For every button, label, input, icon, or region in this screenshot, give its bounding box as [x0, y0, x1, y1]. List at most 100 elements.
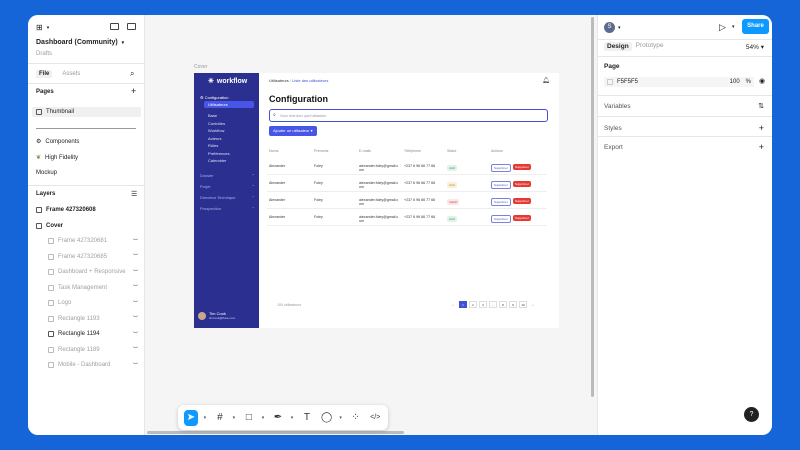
tab-design[interactable]: Design [604, 42, 632, 51]
tab-assets[interactable]: Assets [62, 71, 80, 77]
page-button[interactable]: 1 [459, 301, 467, 308]
visibility-icon[interactable]: ︶ [133, 269, 138, 276]
visibility-icon[interactable]: ︶ [133, 300, 138, 307]
row-edit-button[interactable]: Supprimer [491, 198, 511, 206]
visibility-icon[interactable]: ︶ [133, 253, 138, 260]
layer-item[interactable]: Rectangle 1189 ︶ [48, 346, 138, 353]
dev-mode-icon[interactable]: </> [368, 410, 382, 426]
sidebar-active-item[interactable]: Utilisateurs [204, 101, 254, 108]
visibility-icon[interactable]: ︶ [133, 362, 138, 369]
text-tool-icon[interactable]: T [300, 410, 314, 426]
row-delete-button[interactable]: Supprimer [513, 198, 531, 204]
canvas-horizontal-scrollbar[interactable] [147, 431, 404, 434]
table-row[interactable]: Alexander Foley alexander.foley@gmail.com +… [267, 195, 547, 209]
layer-item[interactable]: Rectangle 1193 ︶ [48, 315, 138, 322]
layer-item[interactable]: Logo ︶ [48, 300, 138, 307]
canvas[interactable]: Cover ✳ workflow ⚙ Configuration Utilisa… [145, 15, 597, 435]
search-icon[interactable]: ⌕ [130, 69, 134, 79]
ai-icon[interactable] [110, 23, 119, 30]
row-edit-button[interactable]: Supprimer [491, 164, 511, 172]
pen-tool-icon[interactable]: ✒ [271, 410, 285, 426]
move-tool-icon[interactable]: ➤ [184, 409, 198, 426]
variables-icon[interactable]: ⇅ [758, 102, 764, 110]
sidebar-sub-item[interactable]: Rôles [208, 143, 218, 148]
add-page-icon[interactable]: + [131, 86, 136, 96]
row-edit-button[interactable]: Supprimer [491, 181, 511, 189]
page-button[interactable]: 8 [499, 301, 507, 308]
cover-frame[interactable]: ✳ workflow ⚙ Configuration Utilisateurs … [194, 73, 559, 328]
sidebar-section-configuration[interactable]: ⚙ Configuration [200, 95, 229, 100]
sidebar-sub-item[interactable]: Contrôles [208, 121, 225, 126]
breadcrumb-root[interactable]: Utilisateurs [269, 78, 289, 83]
table-row[interactable]: Alexander Foley alexander.foley@gmail.com +… [267, 178, 547, 192]
layer-item[interactable]: Task Management ︶ [48, 284, 138, 291]
page-button[interactable]: 9 [509, 301, 517, 308]
sidebar-sub-item[interactable]: Acteurs [208, 136, 222, 141]
sidebar-group[interactable]: Dossier ⌃ [200, 173, 255, 178]
user-menu[interactable]: S ▾ [604, 22, 621, 33]
visibility-icon[interactable]: ︶ [133, 346, 138, 353]
page-button[interactable]: ... [489, 301, 497, 308]
visibility-icon[interactable]: ︶ [133, 331, 138, 338]
layer-item[interactable]: Mobile - Dashboard ︶ [48, 362, 138, 369]
visibility-icon[interactable]: ︶ [133, 238, 138, 245]
eye-icon[interactable]: ◉ [759, 77, 765, 85]
layer-item[interactable]: Cover [36, 222, 138, 229]
chevron-down-icon[interactable]: ▾ [291, 415, 294, 421]
page-thumbnail[interactable]: Thumbnail [32, 107, 141, 117]
layer-item[interactable]: Dashboard + Responsive ︶ [48, 269, 138, 276]
zoom-level[interactable]: 54% ▾ [746, 43, 764, 51]
present-icon[interactable]: ▷ [719, 22, 726, 33]
sidebar-group[interactable]: Directeur Technique ⌃ [200, 195, 255, 200]
sidebar-group[interactable]: Projet ⌃ [200, 184, 255, 189]
page-button[interactable]: 10 [519, 301, 527, 308]
layer-item[interactable]: Rectangle 1194 ︶ [48, 331, 138, 338]
row-delete-button[interactable]: Supprimer [513, 181, 531, 187]
chevron-down-icon[interactable]: ▾ [233, 415, 236, 421]
page-components[interactable]: ⚙ Components [36, 138, 79, 146]
table-row[interactable]: Alexander Foley alexander.foley@gmail.com +… [267, 212, 547, 226]
chevron-down-icon[interactable]: ▾ [339, 415, 342, 421]
add-user-button[interactable]: Ajouter un utilisateur ▾ [269, 126, 317, 136]
sidebar-sub-item[interactable]: Calendrier [208, 158, 226, 163]
sidebar-toggle-icon[interactable] [127, 23, 136, 30]
styles-section[interactable]: Styles + [604, 123, 764, 133]
visibility-icon[interactable]: ︶ [133, 284, 138, 291]
breadcrumb-current[interactable]: Liste des utilisateurs [292, 78, 328, 83]
canvas-vertical-scrollbar[interactable] [591, 17, 594, 397]
page-button[interactable]: 2 [469, 301, 477, 308]
next-page-icon[interactable]: › [529, 302, 537, 309]
user-search-input[interactable]: ⌕ Vous cherchez quel utilisateur [269, 109, 548, 122]
table-row[interactable]: Alexander Foley alexander.foley@gmail.com +… [267, 161, 547, 175]
tab-file[interactable]: File [36, 70, 53, 78]
sidebar-sub-item[interactable]: Base [208, 113, 217, 118]
page-button[interactable]: 3 [479, 301, 487, 308]
page-mockup[interactable]: Mockup [36, 170, 57, 176]
sidebar-group[interactable]: Prospection ⌃ [200, 206, 255, 211]
layers-options-icon[interactable]: ☰ [131, 190, 137, 198]
row-delete-button[interactable]: Supprimer [513, 215, 531, 221]
row-delete-button[interactable]: Supprimer [513, 164, 531, 170]
comment-tool-icon[interactable]: ◯ [320, 410, 334, 426]
visibility-icon[interactable]: ︶ [133, 315, 138, 322]
main-menu-button[interactable]: ⊞ ▾ [36, 23, 49, 32]
add-style-icon[interactable]: + [759, 123, 764, 133]
export-section[interactable]: Export + [604, 142, 764, 152]
sidebar-sub-item[interactable]: Préférences [208, 151, 230, 156]
prev-page-icon[interactable]: ‹ [449, 302, 457, 309]
sidebar-sub-item[interactable]: Workflow [208, 128, 224, 133]
layer-item[interactable]: Frame 427320608 [36, 207, 138, 213]
variables-section[interactable]: Variables ⇅ [604, 102, 764, 111]
color-swatch[interactable] [607, 79, 613, 85]
help-button[interactable]: ? [744, 407, 759, 422]
tab-prototype[interactable]: Prototype [636, 42, 664, 51]
bell-icon[interactable]: 🔔︎ [542, 77, 550, 84]
page-high-fidelity[interactable]: ❦ High Fidelity [36, 154, 78, 162]
chevron-down-icon[interactable]: ▾ [732, 24, 735, 30]
chevron-down-icon[interactable]: ▾ [204, 415, 207, 421]
file-title[interactable]: Dashboard (Community) ▾ [36, 39, 124, 46]
frame-tool-icon[interactable]: # [213, 410, 227, 426]
rectangle-tool-icon[interactable]: □ [242, 410, 256, 426]
chevron-down-icon[interactable]: ▾ [262, 415, 265, 421]
layer-item[interactable]: Frame 427320681 ︶ [48, 238, 138, 245]
